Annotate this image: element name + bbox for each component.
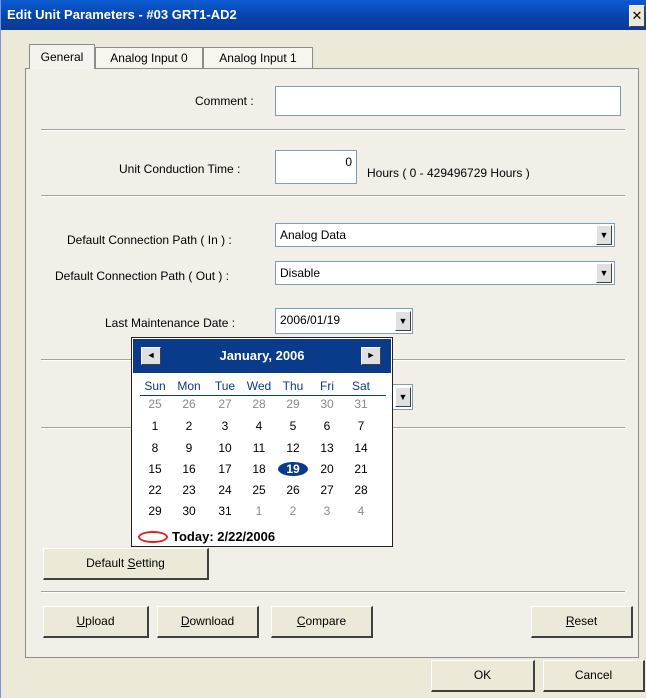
calendar-day[interactable]: 14 — [346, 441, 376, 455]
calendar-day[interactable]: 10 — [210, 441, 240, 455]
tab-general[interactable]: General — [29, 44, 95, 69]
calendar-day[interactable]: 27 — [312, 483, 342, 497]
path-in-select[interactable]: Analog Data — [275, 223, 615, 247]
calendar-day[interactable]: 1 — [140, 419, 170, 433]
tab-analog-input-1[interactable]: Analog Input 1 — [203, 47, 313, 68]
calendar-day[interactable]: 3 — [312, 504, 342, 518]
calendar-day[interactable]: 8 — [140, 441, 170, 455]
weekday-label: Thu — [282, 379, 304, 393]
weekday-label: Sat — [351, 379, 370, 393]
tab-analog-input-0[interactable]: Analog Input 0 — [95, 47, 203, 68]
calendar-day[interactable]: 22 — [140, 483, 170, 497]
compare-button[interactable]: Compare — [271, 606, 373, 638]
calendar-day[interactable]: 4 — [244, 419, 274, 433]
close-button[interactable]: ✕ — [629, 5, 645, 27]
calendar-day[interactable]: 29 — [140, 504, 170, 518]
calendar-day[interactable]: 13 — [312, 441, 342, 455]
next-month-button[interactable]: ► — [361, 347, 381, 365]
calendar-day[interactable]: 18 — [244, 462, 274, 476]
calendar-day[interactable]: 3 — [210, 419, 240, 433]
calendar-day[interactable]: 30 — [312, 397, 342, 411]
weekday-label: Mon — [177, 379, 201, 393]
title-bar[interactable]: Edit Unit Parameters - #03 GRT1-AD2 ✕ — [1, 0, 646, 30]
maintenance-date-picker[interactable]: 2006/01/19 — [275, 308, 413, 334]
calendar-day[interactable]: 25 — [244, 483, 274, 497]
calendar-day[interactable]: 27 — [210, 397, 240, 411]
maintenance-date-label: Last Maintenance Date : — [105, 316, 236, 330]
edit-unit-parameters-window: Edit Unit Parameters - #03 GRT1-AD2 ✕ Ge… — [0, 0, 646, 698]
calendar-day[interactable]: 26 — [278, 483, 308, 497]
weekday-label: Fri — [320, 379, 334, 393]
calendar-day[interactable]: 17 — [210, 462, 240, 476]
path-in-label: Default Connection Path ( In ) : — [67, 233, 232, 247]
conduction-time-input[interactable]: 0 — [275, 150, 357, 184]
calendar-day-selected[interactable]: 19 — [278, 462, 308, 476]
path-in-dropdown-button[interactable]: ▼ — [596, 225, 612, 245]
path-out-label: Default Connection Path ( Out ) : — [55, 269, 230, 283]
cancel-button[interactable]: Cancel — [543, 660, 645, 692]
separator — [41, 591, 625, 593]
window-title: Edit Unit Parameters - #03 GRT1-AD2 — [7, 7, 237, 22]
default-setting-button[interactable]: Default Setting — [43, 548, 209, 580]
comment-input[interactable] — [275, 86, 621, 116]
today-link[interactable]: Today: 2/22/2006 — [172, 529, 275, 544]
comment-label: Comment : — [195, 94, 254, 108]
calendar-day[interactable]: 23 — [174, 483, 204, 497]
calendar-day[interactable]: 5 — [278, 419, 308, 433]
hidden-select-dropdown-button[interactable]: ▼ — [395, 387, 411, 407]
calendar-day[interactable]: 7 — [346, 419, 376, 433]
calendar-month-label[interactable]: January, 2006 — [133, 348, 391, 363]
calendar-day[interactable]: 31 — [346, 397, 376, 411]
weekday-label: Wed — [246, 379, 272, 393]
conduction-time-label: Unit Conduction Time : — [119, 162, 241, 176]
weekday-label: Sun — [144, 379, 166, 393]
calendar-day[interactable]: 21 — [346, 462, 376, 476]
today-marker-icon — [138, 531, 168, 543]
separator — [41, 195, 625, 197]
calendar-day[interactable]: 11 — [244, 441, 274, 455]
calendar-day[interactable]: 15 — [140, 462, 170, 476]
upload-button[interactable]: Upload — [43, 606, 149, 638]
calendar-day[interactable]: 12 — [278, 441, 308, 455]
calendar-day[interactable]: 29 — [278, 397, 308, 411]
calendar-day[interactable]: 31 — [210, 504, 240, 518]
maintenance-date-dropdown-button[interactable]: ▼ — [395, 311, 411, 331]
separator — [41, 129, 625, 131]
calendar-day[interactable]: 6 — [312, 419, 342, 433]
calendar-day[interactable]: 28 — [346, 483, 376, 497]
path-out-select[interactable]: Disable — [275, 261, 615, 285]
weekday-label: Tue — [214, 379, 236, 393]
calendar-day[interactable]: 25 — [140, 397, 170, 411]
calendar-day[interactable]: 24 — [210, 483, 240, 497]
calendar-day[interactable]: 9 — [174, 441, 204, 455]
conduction-time-range: Hours ( 0 - 429496729 Hours ) — [367, 166, 530, 180]
calendar-day[interactable]: 20 — [312, 462, 342, 476]
calendar-header: ◄ January, 2006 ► — [133, 339, 391, 373]
calendar-day[interactable]: 2 — [278, 504, 308, 518]
download-button[interactable]: Download — [157, 606, 259, 638]
ok-button[interactable]: OK — [431, 660, 535, 692]
reset-button[interactable]: Reset — [531, 606, 633, 638]
date-picker-calendar[interactable]: ◄ January, 2006 ► Sun Mon Tue Wed Thu Fri Sat … — [131, 337, 393, 547]
calendar-day[interactable]: 1 — [244, 504, 274, 518]
weekday-separator — [140, 395, 386, 396]
calendar-day[interactable]: 28 — [244, 397, 274, 411]
calendar-day[interactable]: 2 — [174, 419, 204, 433]
calendar-day[interactable]: 30 — [174, 504, 204, 518]
calendar-day[interactable]: 4 — [346, 504, 376, 518]
path-out-dropdown-button[interactable]: ▼ — [596, 263, 612, 283]
calendar-day[interactable]: 16 — [174, 462, 204, 476]
calendar-day[interactable]: 26 — [174, 397, 204, 411]
